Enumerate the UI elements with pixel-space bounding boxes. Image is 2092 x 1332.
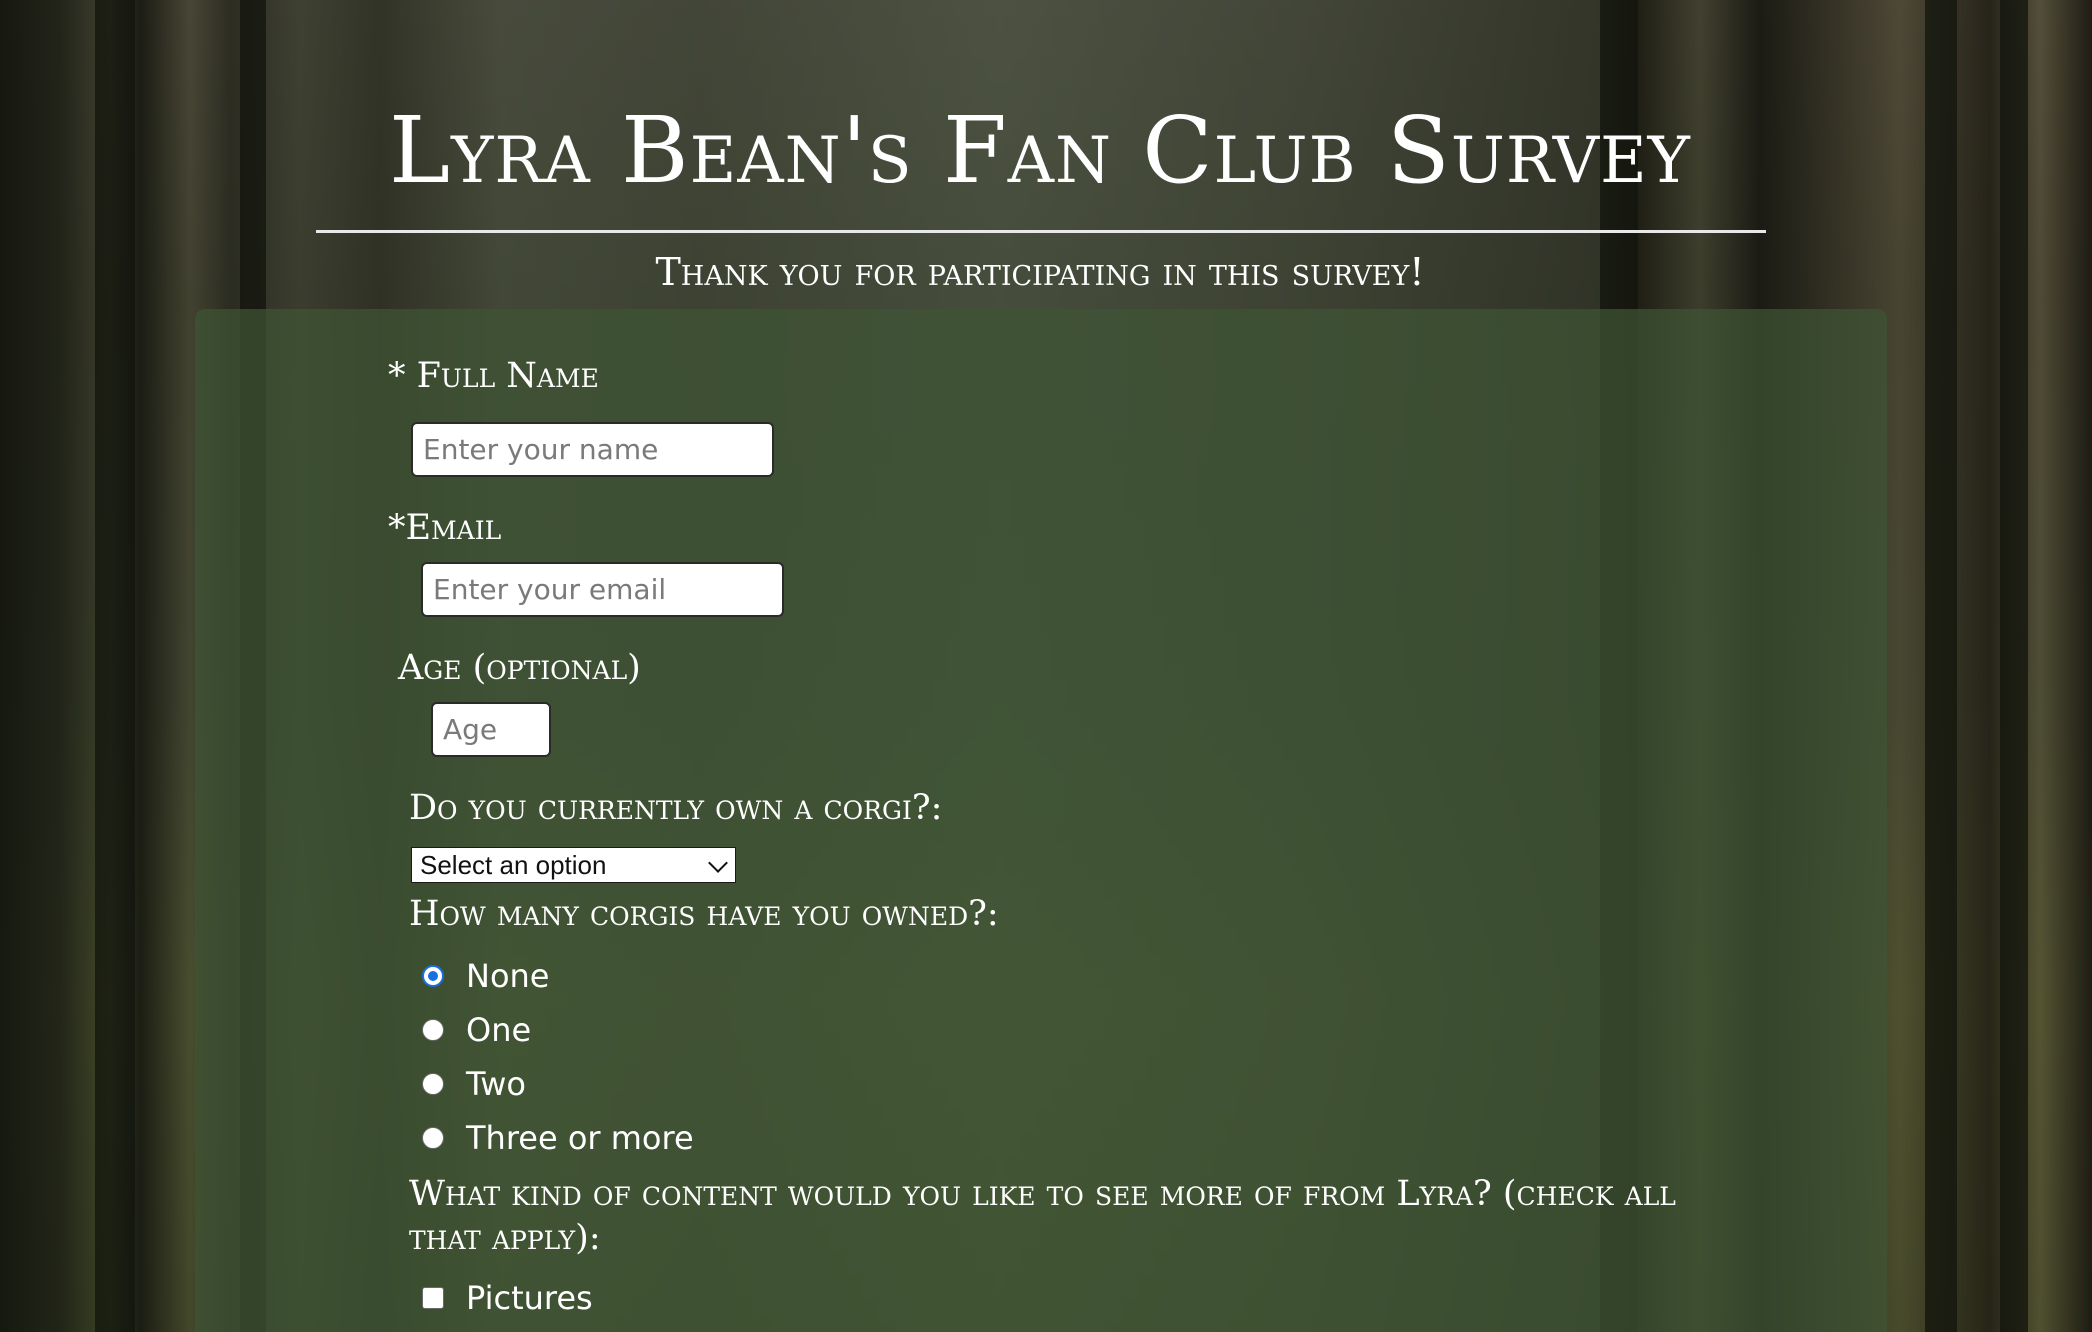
age-label: Age (optional) [398,648,641,688]
name-label: * Full Name [388,356,599,396]
radio-option-label: One [466,1011,532,1049]
title-divider [316,230,1766,233]
radio-option-two[interactable]: Two [422,1064,526,1104]
radio-option-label: Three or more [466,1119,694,1157]
chevron-down-icon [708,853,728,873]
checkbox-option-pictures[interactable]: Pictures [422,1278,593,1318]
checkbox[interactable] [422,1287,444,1309]
owns-corgi-selected-value: Select an option [420,850,607,880]
radio-option-none[interactable]: None [422,956,549,996]
radio-button[interactable] [422,1073,444,1095]
owns-corgi-select[interactable]: Select an option [411,847,736,883]
checkbox-option-label: Pictures [466,1279,593,1317]
radio-button[interactable] [422,1019,444,1041]
owns-corgi-label: Do you currently own a corgi?: [409,788,943,828]
radio-option-one[interactable]: One [422,1010,531,1050]
age-input[interactable] [431,702,551,757]
radio-button[interactable] [422,965,444,987]
radio-button[interactable] [422,1127,444,1149]
page-title: Lyra Bean's Fan Club Survey [389,97,1691,204]
email-label: *Email [388,508,502,548]
radio-option-label: Two [466,1065,526,1103]
corgis-owned-label: How many corgis have you owned?: [409,894,999,934]
content-preferences-label: What kind of content would you like to s… [409,1174,1676,1258]
name-input[interactable] [411,422,774,477]
radio-option-label: None [466,957,550,995]
radio-option-three-or-more[interactable]: Three or more [422,1118,694,1158]
email-input[interactable] [421,562,784,617]
page-subtitle: Thank you for participating in this surv… [655,250,1425,294]
